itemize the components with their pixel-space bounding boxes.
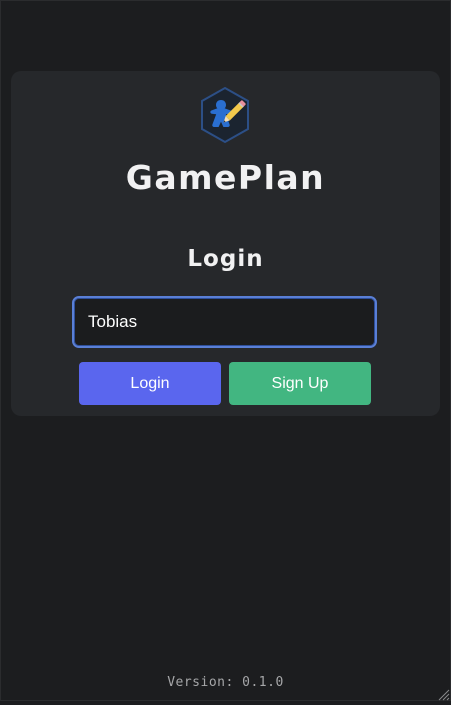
login-button[interactable]: Login <box>79 362 221 405</box>
sign-up-button[interactable]: Sign Up <box>229 362 371 405</box>
username-input[interactable] <box>72 296 377 348</box>
app-title: GamePlan <box>125 158 326 197</box>
version-label: Version: 0.1.0 <box>167 675 284 690</box>
meeple-pencil-icon <box>199 86 251 144</box>
login-heading: Login <box>187 246 264 272</box>
resize-grip-icon[interactable] <box>436 686 450 701</box>
